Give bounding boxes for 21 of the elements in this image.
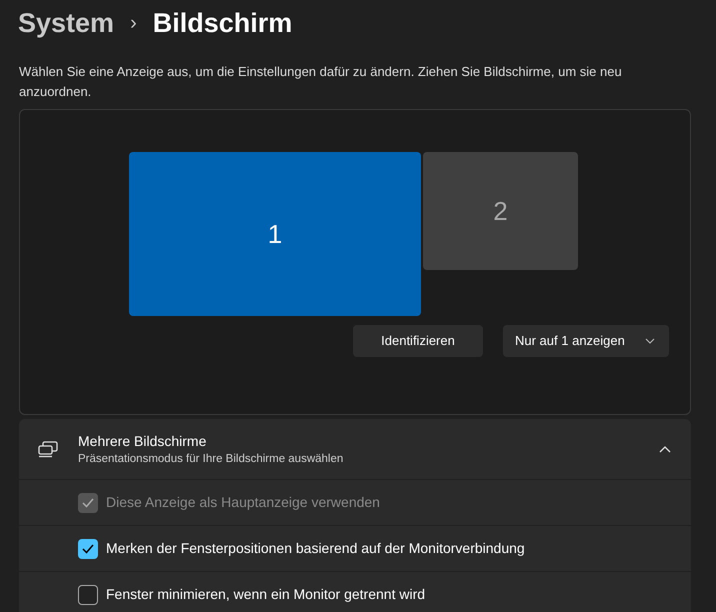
multiple-displays-header[interactable]: Mehrere Bildschirme Präsentationsmodus für Ihre Bildschirme auswählen [19, 419, 691, 479]
chevron-up-icon[interactable] [659, 446, 671, 452]
breadcrumb-parent[interactable]: System [18, 10, 114, 36]
section-subtitle: Präsentationsmodus für Ihre Bildschirme auswählen [78, 452, 344, 467]
checkmark-icon [82, 498, 94, 508]
option-label: Fenster minimieren, wenn ein Monitor getrennt wird [106, 585, 426, 604]
checkbox[interactable] [78, 538, 98, 558]
identify-button[interactable]: Identifizieren [353, 325, 483, 357]
section-title: Mehrere Bildschirme [78, 432, 208, 451]
description-text: Wählen Sie eine Anzeige aus, um die Einstellungen dafür zu ändern. Ziehen Sie Bildschirme, um sie neu anzuordnen. [19, 63, 623, 101]
monitor-tile[interactable]: 2 [423, 152, 578, 270]
display-mode-dropdown[interactable]: Nur auf 1 anzeigen [503, 325, 669, 357]
checkbox[interactable] [78, 584, 98, 604]
option-label: Diese Anzeige als Hauptanzeige verwenden [106, 493, 380, 512]
page-title: Bildschirm [152, 10, 292, 36]
chevron-icon: › [130, 13, 137, 33]
monitors-icon [37, 440, 59, 458]
chevron-down-icon [645, 338, 655, 344]
checkmark-icon [82, 544, 94, 554]
monitor-tile[interactable]: 1 [129, 152, 421, 316]
option-label: Merken der Fensterpositionen basierend auf der Monitorverbindung [106, 539, 525, 558]
